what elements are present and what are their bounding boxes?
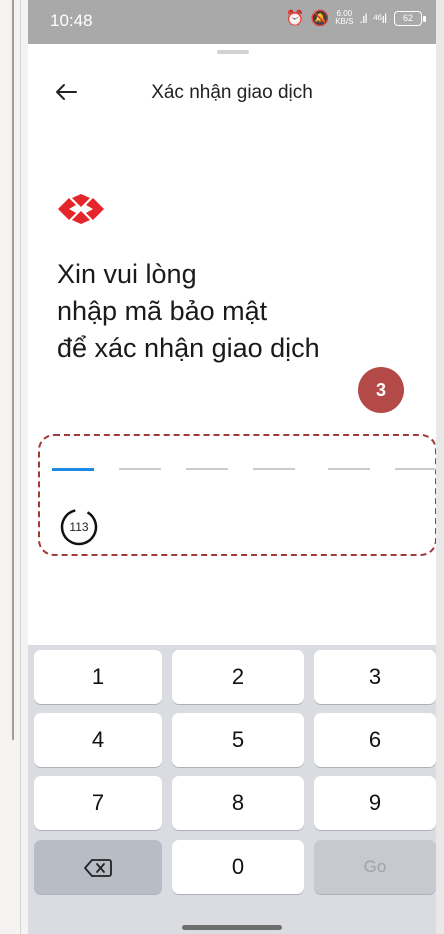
- left-frame: [0, 0, 28, 934]
- key-4[interactable]: 4: [34, 713, 162, 767]
- battery-icon: 62: [394, 10, 426, 26]
- key-9[interactable]: 9: [314, 776, 436, 830]
- countdown-timer: 113: [59, 507, 99, 547]
- phone-screen: 10:48 ⏰ 🔕 6.00 KB/S .ıl ⁴⁶ıl 62 Xác nhận…: [28, 0, 436, 934]
- home-indicator[interactable]: [182, 925, 282, 930]
- key-7[interactable]: 7: [34, 776, 162, 830]
- status-time: 10:48: [50, 11, 93, 30]
- backspace-icon: [84, 859, 112, 878]
- security-code-prompt: Xin vui lòng nhập mã bảo mật để xác nhận…: [57, 256, 417, 367]
- battery-level: 62: [402, 12, 413, 23]
- go-key[interactable]: Go: [314, 840, 436, 894]
- key-8[interactable]: 8: [172, 776, 304, 830]
- status-bar: 10:48 ⏰ 🔕 6.00 KB/S .ıl ⁴⁶ıl 62: [28, 0, 436, 44]
- backspace-key[interactable]: [34, 840, 162, 894]
- otp-slot[interactable]: [328, 468, 370, 470]
- signal-4g-icon: ⁴⁶ıl: [372, 10, 387, 26]
- signal-icon: .ıl: [359, 10, 367, 26]
- otp-slot[interactable]: [395, 468, 436, 470]
- alarm-icon: ⏰: [285, 10, 305, 27]
- numeric-keyboard: 1 2 3 4 5 6 7 8 9 0 Go: [28, 645, 436, 934]
- otp-slot[interactable]: [186, 468, 228, 470]
- key-2[interactable]: 2: [172, 650, 304, 704]
- status-icons: ⏰ 🔕 6.00 KB/S .ıl ⁴⁶ıl 62: [285, 9, 426, 27]
- frame-divider: [12, 0, 14, 740]
- key-1[interactable]: 1: [34, 650, 162, 704]
- step-badge: 3: [358, 367, 404, 413]
- prompt-line-2: nhập mã bảo mật: [57, 296, 268, 326]
- network-speed: 6.00 KB/S: [335, 10, 353, 26]
- key-6[interactable]: 6: [314, 713, 436, 767]
- otp-slot[interactable]: [253, 468, 295, 470]
- prompt-line-1: Xin vui lòng: [57, 259, 197, 289]
- frame-divider: [20, 0, 21, 934]
- mute-icon: 🔕: [310, 10, 330, 27]
- timer-seconds: 113: [69, 520, 89, 534]
- key-3[interactable]: 3: [314, 650, 436, 704]
- network-speed-unit: KB/S: [335, 17, 354, 26]
- key-0[interactable]: 0: [172, 840, 304, 894]
- key-5[interactable]: 5: [172, 713, 304, 767]
- otp-slot-active[interactable]: [52, 468, 94, 471]
- otp-slot[interactable]: [119, 468, 161, 470]
- sheet-drag-handle[interactable]: [217, 50, 249, 54]
- page-title: Xác nhận giao dịch: [151, 82, 313, 103]
- otp-input[interactable]: [52, 468, 436, 472]
- right-frame: [436, 0, 444, 934]
- prompt-line-3: để xác nhận giao dịch: [57, 333, 320, 363]
- bank-logo-icon: [58, 194, 104, 224]
